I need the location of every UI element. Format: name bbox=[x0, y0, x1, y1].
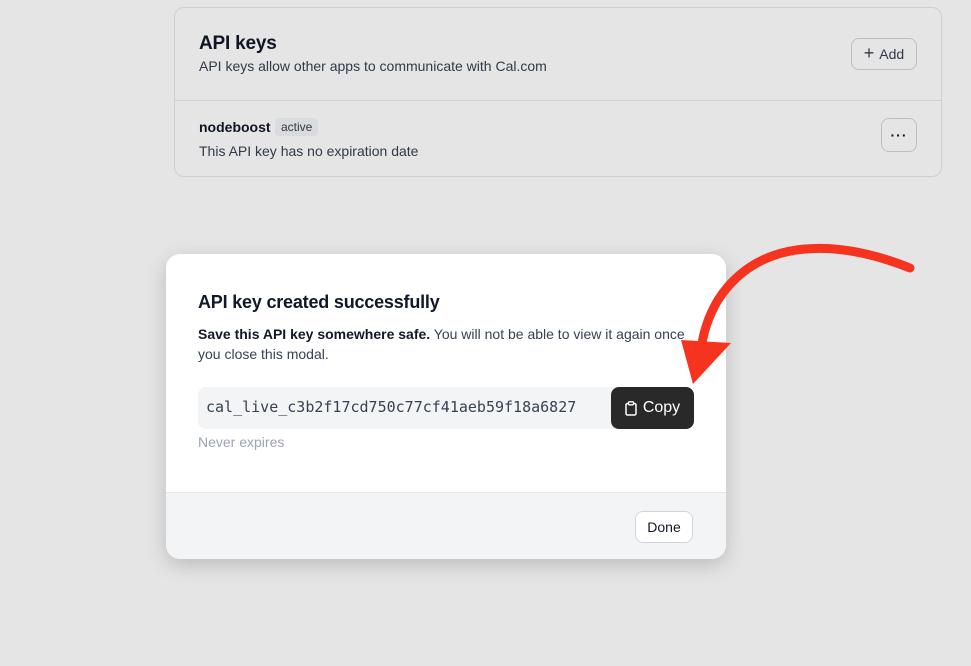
modal-warning-bold: Save this API key somewhere safe. bbox=[198, 326, 431, 342]
api-key-value[interactable]: cal_live_c3b2f17cd750c77cf41aeb59f18a682… bbox=[206, 398, 576, 416]
done-button[interactable]: Done bbox=[635, 511, 693, 543]
modal-title: API key created successfully bbox=[198, 292, 440, 312]
clipboard-icon bbox=[625, 400, 637, 416]
expiry-text: Never expires bbox=[198, 434, 285, 450]
copy-button-label: Copy bbox=[642, 399, 681, 416]
api-key-field[interactable]: cal_live_c3b2f17cd750c77cf41aeb59f18a682… bbox=[198, 387, 694, 429]
copy-button[interactable]: Copy bbox=[611, 387, 694, 429]
api-key-created-modal: API key created successfully Save this A… bbox=[166, 254, 726, 559]
modal-footer: Done bbox=[166, 492, 726, 559]
modal-description: Save this API key somewhere safe. You wi… bbox=[198, 324, 698, 364]
